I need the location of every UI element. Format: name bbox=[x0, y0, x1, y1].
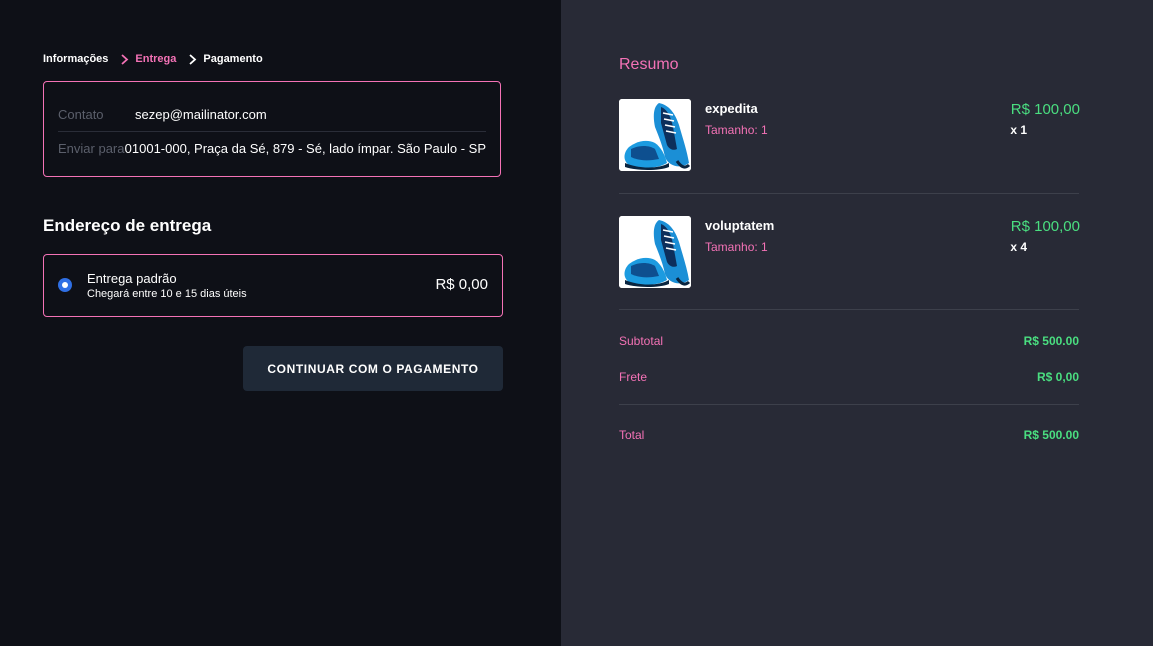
shipping-value: R$ 0,00 bbox=[1036, 370, 1079, 384]
subtotal-row: Subtotal R$ 500.00 bbox=[619, 334, 1079, 348]
item-size: Tamanho: 1 bbox=[705, 240, 768, 254]
sneaker-image bbox=[619, 216, 691, 288]
continue-to-payment-button[interactable]: CONTINUAR COM O PAGAMENTO bbox=[243, 346, 503, 391]
contact-row: Contato sezep@mailinator.com bbox=[58, 97, 486, 132]
ship-to-value: 01001-000, Praça da Sé, 879 - Sé, lado í… bbox=[124, 140, 486, 156]
breadcrumb-item-informacoes[interactable]: Informações bbox=[43, 53, 108, 65]
chevron-right-icon bbox=[120, 52, 132, 66]
delivery-section-title: Endereço de entrega bbox=[43, 216, 212, 235]
item-quantity: x 1 bbox=[1010, 123, 1027, 137]
item-name: voluptatem bbox=[705, 218, 775, 233]
item-price: R$ 100,00 bbox=[1010, 218, 1080, 235]
shipping-radio[interactable] bbox=[58, 278, 72, 292]
breadcrumb-item-entrega[interactable]: Entrega bbox=[135, 53, 176, 65]
total-value: R$ 500.00 bbox=[1023, 428, 1079, 442]
contact-value: sezep@mailinator.com bbox=[135, 106, 267, 122]
summary-title: Resumo bbox=[619, 56, 679, 73]
subtotal-value: R$ 500.00 bbox=[1023, 334, 1079, 348]
item-price: R$ 100,00 bbox=[1010, 101, 1080, 118]
shipping-row: Frete R$ 0,00 bbox=[619, 370, 1079, 384]
item-name: expedita bbox=[705, 101, 758, 116]
ship-to-label: Enviar para bbox=[58, 140, 125, 156]
shipping-option-description: Chegará entre 10 e 15 dias úteis bbox=[87, 288, 247, 300]
summary-panel bbox=[561, 0, 1153, 646]
cart-item: expedita Tamanho: 1 R$ 100,00 x 1 bbox=[619, 99, 1080, 172]
divider bbox=[619, 309, 1079, 310]
item-size: Tamanho: 1 bbox=[705, 123, 768, 137]
shipping-option-name: Entrega padrão bbox=[87, 271, 177, 286]
cart-item: voluptatem Tamanho: 1 R$ 100,00 x 4 bbox=[619, 216, 1080, 289]
breadcrumb: Informações Entrega Pagamento bbox=[43, 52, 263, 66]
item-quantity: x 4 bbox=[1010, 240, 1027, 254]
total-row: Total R$ 500.00 bbox=[619, 428, 1079, 442]
ship-to-row: Enviar para 01001-000, Praça da Sé, 879 … bbox=[58, 131, 486, 165]
contact-label: Contato bbox=[58, 106, 104, 122]
radio-selected-dot bbox=[62, 282, 68, 288]
total-label: Total bbox=[619, 428, 645, 442]
subtotal-label: Subtotal bbox=[619, 334, 664, 348]
shipping-option-price: R$ 0,00 bbox=[435, 276, 488, 293]
shipping-label: Frete bbox=[619, 370, 648, 384]
contact-summary-box: Contato sezep@mailinator.com Enviar para… bbox=[43, 81, 501, 177]
shipping-option-standard[interactable]: Entrega padrão Chegará entre 10 e 15 dia… bbox=[43, 254, 503, 317]
divider bbox=[619, 404, 1079, 405]
chevron-right-icon bbox=[188, 52, 200, 66]
divider bbox=[619, 193, 1079, 194]
sneaker-image bbox=[619, 99, 691, 171]
breadcrumb-item-pagamento[interactable]: Pagamento bbox=[203, 53, 262, 65]
